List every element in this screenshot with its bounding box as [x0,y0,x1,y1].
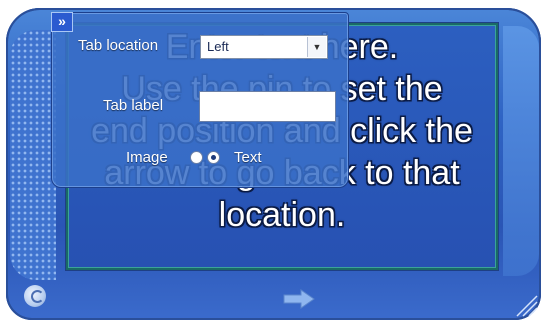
resize-grip-icon[interactable] [513,292,539,318]
image-radio[interactable] [190,151,203,164]
chevron-down-icon[interactable]: ▼ [307,37,326,57]
pin-icon[interactable] [24,285,46,307]
text-radio[interactable] [207,151,220,164]
image-option-label: Image [126,149,168,166]
tab-label-input[interactable] [199,91,336,122]
tab-location-value: Left [207,39,229,54]
collapse-button[interactable]: » [51,12,73,32]
tab-location-label: Tab location [78,37,159,54]
arrow-right-icon[interactable] [283,289,315,309]
tab-label-label: Tab label [103,97,164,114]
tab-location-select[interactable]: Left ▼ [200,35,328,59]
text-option-label: Text [234,149,262,166]
